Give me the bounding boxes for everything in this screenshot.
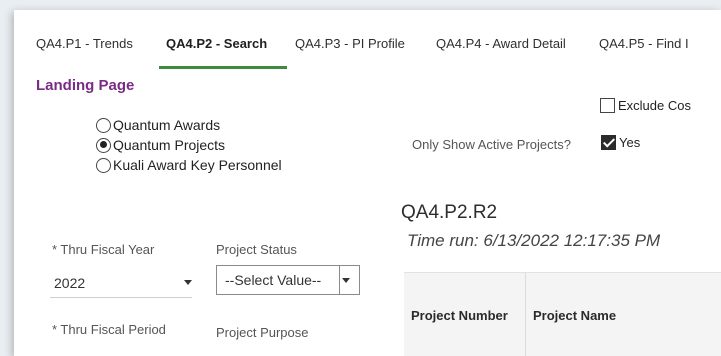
project-status-select[interactable]: --Select Value--: [216, 265, 360, 295]
radio-button-selected-icon[interactable]: [96, 137, 111, 153]
report-page: QA4.P1 - Trends QA4.P2 - Search QA4.P3 -…: [14, 10, 721, 356]
active-projects-yes-checkbox[interactable]: Yes: [601, 135, 640, 150]
thru-fiscal-year-select[interactable]: 2022: [50, 268, 192, 298]
tab-find[interactable]: QA4.P5 - Find I: [599, 36, 689, 51]
project-purpose-label: Project Purpose: [216, 325, 309, 340]
select-divider: [339, 266, 340, 294]
exclude-checkbox-row[interactable]: Exclude Cos: [600, 98, 691, 113]
tab-award-detail[interactable]: QA4.P4 - Award Detail: [436, 36, 566, 51]
project-status-label: Project Status: [216, 242, 297, 257]
radio-quantum-awards[interactable]: Quantum Awards: [96, 116, 220, 134]
radio-kuali-key-personnel[interactable]: Kuali Award Key Personnel: [96, 156, 282, 174]
checkbox-checked-icon[interactable]: [601, 135, 616, 150]
tab-search[interactable]: QA4.P2 - Search: [166, 36, 267, 51]
select-value: --Select Value--: [225, 272, 322, 288]
tab-pi-profile[interactable]: QA4.P3 - PI Profile: [295, 36, 405, 51]
page-tabs: QA4.P1 - Trends QA4.P2 - Search QA4.P3 -…: [14, 10, 721, 69]
column-header-project-number[interactable]: Project Number: [404, 273, 526, 356]
thru-fiscal-year-label: * Thru Fiscal Year: [52, 242, 155, 257]
chevron-down-icon[interactable]: [342, 278, 350, 283]
active-projects-question: Only Show Active Projects?: [412, 137, 571, 152]
radio-label: Quantum Projects: [113, 137, 226, 153]
time-run: Time run: 6/13/2022 12:17:35 PM: [407, 231, 661, 250]
radio-label: Kuali Award Key Personnel: [113, 157, 282, 173]
yes-label: Yes: [619, 135, 641, 150]
report-table-header: Project Number Project Name: [404, 272, 721, 356]
active-tab-indicator: [159, 66, 287, 69]
radio-quantum-projects[interactable]: Quantum Projects: [96, 136, 225, 154]
radio-label: Quantum Awards: [113, 117, 221, 133]
tab-trends[interactable]: QA4.P1 - Trends: [36, 36, 133, 51]
thru-fiscal-period-label: * Thru Fiscal Period: [52, 322, 166, 337]
radio-button-icon[interactable]: [96, 157, 111, 173]
report-id: QA4.P2.R2: [401, 202, 498, 223]
checkbox-icon[interactable]: [600, 98, 615, 113]
exclude-label: Exclude Cos: [618, 98, 691, 113]
chevron-down-icon[interactable]: [184, 280, 192, 285]
column-header-project-name[interactable]: Project Name: [526, 273, 721, 356]
radio-button-icon[interactable]: [96, 117, 111, 133]
select-value: 2022: [54, 274, 86, 291]
landing-page-heading: Landing Page: [36, 77, 135, 94]
